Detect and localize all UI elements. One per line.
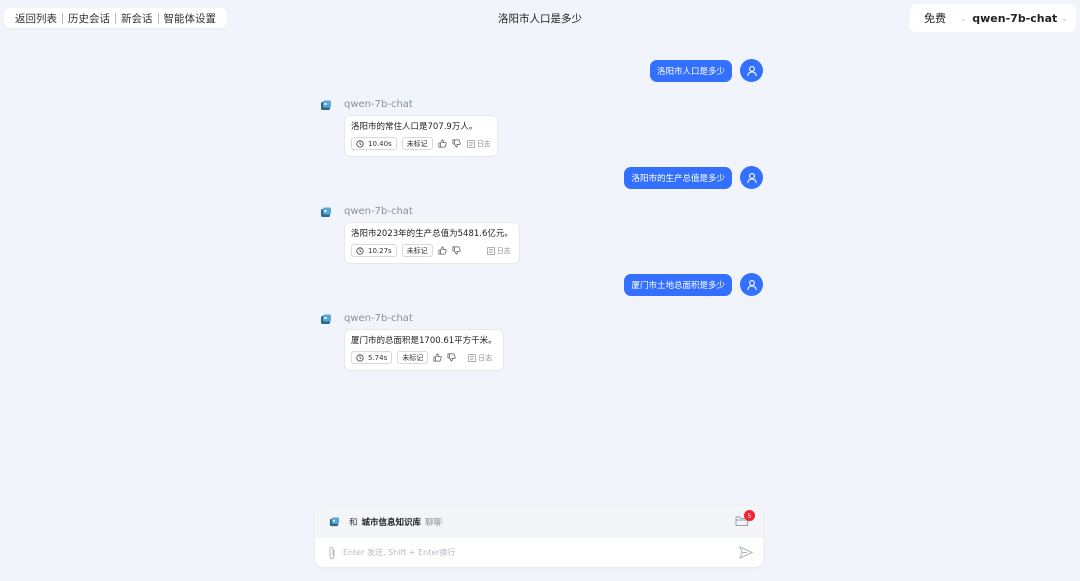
mark-status-tag[interactable]: 未标记 bbox=[397, 351, 429, 364]
bot-answer-text: 洛阳市的常住人口是707.9万人。 bbox=[351, 122, 478, 132]
user-avatar-icon bbox=[740, 59, 763, 82]
knowledge-base-icon bbox=[329, 516, 340, 526]
chat-input-panel: 和 城市信息知识库 聊聊 5 bbox=[315, 506, 763, 567]
input-row bbox=[315, 538, 763, 567]
mark-status-tag[interactable]: 未标记 bbox=[401, 137, 433, 150]
thumbs-down-icon[interactable] bbox=[452, 246, 461, 255]
response-time: 5.74s bbox=[368, 353, 388, 362]
notification-badge: 5 bbox=[744, 510, 755, 521]
user-message: 厦门市土地总面积是多少 bbox=[624, 273, 763, 296]
chevron-down-icon: ⌄ bbox=[960, 13, 967, 23]
paperclip-icon[interactable] bbox=[327, 546, 337, 560]
bot-name: qwen-7b-chat bbox=[344, 98, 413, 110]
thumbs-down-icon[interactable] bbox=[447, 353, 456, 362]
user-message: 洛阳市人口是多少 bbox=[649, 59, 763, 82]
kb-suffix: 聊聊 bbox=[425, 518, 443, 528]
knowledge-base-bar: 和 城市信息知识库 聊聊 5 bbox=[315, 506, 763, 538]
bot-avatar-icon bbox=[321, 207, 331, 217]
knowledge-base-hint: 和 城市信息知识库 聊聊 bbox=[349, 516, 442, 528]
response-time: 10.40s bbox=[368, 139, 392, 148]
bot-message: qwen-7b-chat 厦门市的总面积是1700.61平方千米。 5.74s … bbox=[320, 310, 504, 371]
send-icon[interactable] bbox=[739, 546, 753, 559]
bot-bubble: 厦门市的总面积是1700.61平方千米。 5.74s 未标记 日志 bbox=[344, 329, 504, 371]
bot-bubble: 洛阳市2023年的生产总值为5481.6亿元。 10.27s 未标记 日志 bbox=[344, 222, 520, 264]
clock-icon bbox=[356, 139, 364, 148]
bot-avatar-icon bbox=[321, 314, 331, 324]
bot-answer-text: 厦门市的总面积是1700.61平方千米。 bbox=[351, 336, 497, 346]
model-selector: 免费 ⌄ qwen-7b-chat ⌄ bbox=[910, 4, 1076, 32]
document-icon bbox=[486, 246, 495, 255]
response-time-badge: 5.74s bbox=[351, 351, 393, 364]
log-button[interactable]: 日志 bbox=[466, 139, 491, 149]
user-bubble: 厦门市土地总面积是多少 bbox=[624, 273, 732, 296]
user-avatar-icon bbox=[740, 273, 763, 296]
log-button[interactable]: 日志 bbox=[486, 246, 511, 256]
document-icon bbox=[466, 139, 475, 148]
user-message: 洛阳市的生产总值是多少 bbox=[624, 166, 763, 189]
user-bubble: 洛阳市的生产总值是多少 bbox=[624, 166, 732, 189]
bot-name: qwen-7b-chat bbox=[344, 205, 413, 217]
thumbs-up-icon[interactable] bbox=[438, 139, 447, 148]
bot-answer-text: 洛阳市2023年的生产总值为5481.6亿元。 bbox=[351, 229, 513, 239]
bot-name: qwen-7b-chat bbox=[344, 312, 413, 324]
mark-status-tag[interactable]: 未标记 bbox=[401, 244, 433, 257]
document-icon bbox=[468, 353, 476, 362]
response-time: 10.27s bbox=[368, 246, 392, 255]
tier-select[interactable]: 免费 ⌄ bbox=[924, 10, 967, 26]
response-time-badge: 10.40s bbox=[351, 137, 397, 150]
bot-message: qwen-7b-chat 洛阳市的常住人口是707.9万人。 10.40s 未标… bbox=[320, 96, 498, 157]
log-button[interactable]: 日志 bbox=[468, 353, 492, 363]
log-label: 日志 bbox=[496, 246, 511, 255]
clock-icon bbox=[356, 353, 364, 362]
model-label: qwen-7b-chat bbox=[972, 11, 1058, 25]
knowledge-base-name[interactable]: 城市信息知识库 bbox=[362, 516, 422, 528]
log-label: 日志 bbox=[478, 353, 493, 362]
user-avatar-icon bbox=[740, 166, 763, 189]
response-time-badge: 10.27s bbox=[351, 244, 397, 257]
message-input[interactable] bbox=[343, 548, 739, 557]
log-label: 日志 bbox=[476, 139, 491, 148]
chevron-down-icon: ⌄ bbox=[1061, 13, 1068, 23]
kb-prefix: 和 bbox=[349, 518, 358, 528]
user-bubble: 洛阳市人口是多少 bbox=[649, 59, 732, 82]
thumbs-up-icon[interactable] bbox=[438, 246, 447, 255]
thumbs-up-icon[interactable] bbox=[433, 353, 442, 362]
thumbs-down-icon[interactable] bbox=[452, 139, 461, 148]
tier-label: 免费 bbox=[924, 12, 946, 25]
bot-message: qwen-7b-chat 洛阳市2023年的生产总值为5481.6亿元。 10.… bbox=[320, 203, 520, 264]
bot-bubble: 洛阳市的常住人口是707.9万人。 10.40s 未标记 日志 bbox=[344, 115, 498, 157]
bot-avatar-icon bbox=[321, 100, 331, 110]
model-select[interactable]: qwen-7b-chat ⌄ bbox=[972, 12, 1068, 25]
clock-icon bbox=[356, 246, 364, 255]
